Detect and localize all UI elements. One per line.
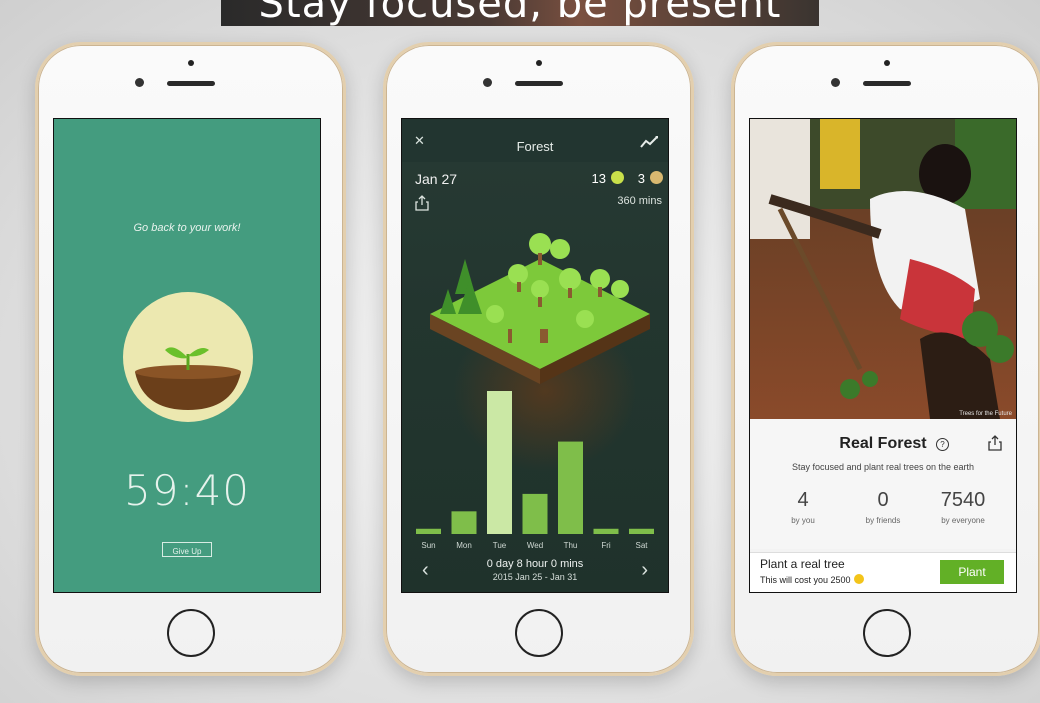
camera-icon <box>483 78 492 87</box>
speaker-icon <box>514 81 563 86</box>
real-forest-screen: Trees for the Future Real Forest ? Stay … <box>749 118 1017 593</box>
banner-text: Stay focused, be present <box>258 0 782 26</box>
plant-footer: Plant a real tree This will cost you 250… <box>750 552 1016 592</box>
real-forest-panel: Real Forest ? Stay focused and plant rea… <box>750 419 1016 549</box>
bar-sun <box>416 528 441 534</box>
day-label-sun: Sun <box>421 541 435 550</box>
stat-by-friends-value: 0 <box>877 489 889 511</box>
focus-message: Go back to your work! <box>133 222 241 234</box>
share-icon[interactable] <box>988 435 1002 456</box>
home-button[interactable] <box>166 609 215 657</box>
photo-credit: Trees for the Future <box>959 411 1012 417</box>
timer-screen: Go back to your work! 59:40 Give Up <box>53 118 321 593</box>
bar-tue <box>487 391 512 534</box>
countdown-timer: 59:40 <box>123 466 251 515</box>
phone-timer: Go back to your work! 59:40 Give Up <box>35 42 346 676</box>
bar-thu <box>558 441 583 534</box>
plant-title: Plant a real tree <box>760 557 845 571</box>
home-button[interactable] <box>514 609 563 657</box>
phone-real-forest: Trees for the Future Real Forest ? Stay … <box>731 42 1040 676</box>
speaker-icon <box>166 81 215 86</box>
help-icon[interactable]: ? <box>936 438 949 451</box>
plant-cost-text: This will cost you 2500 <box>760 575 851 585</box>
tree-planting-photo: Trees for the Future <box>750 119 1016 419</box>
real-forest-title: Real Forest <box>839 435 927 452</box>
bar-mon <box>451 511 477 534</box>
stat-by-you-label: by you <box>791 516 815 525</box>
day-label-tue: Tue <box>493 541 507 550</box>
plant-button[interactable]: Plant <box>940 560 1004 584</box>
sprout-icon <box>123 292 253 422</box>
date-range: 2015 Jan 25 - Jan 31 <box>492 572 578 582</box>
real-forest-subtitle: Stay focused and plant real trees on the… <box>791 462 975 472</box>
bar-wed <box>522 493 548 534</box>
day-label-thu: Thu <box>564 541 578 550</box>
camera-icon <box>831 78 840 87</box>
stat-by-everyone-label: by everyone <box>941 516 985 525</box>
header-banner: Stay focused, be present <box>221 0 819 26</box>
stat-by-you-value: 4 <box>797 489 809 511</box>
stat-by-friends-label: by friends <box>865 516 901 525</box>
focus-summary: 0 day 8 hour 0 mins <box>486 558 584 570</box>
phone-forest: ✕ Forest Jan 27 13 3 360 mins Sun Mon Tu… <box>383 42 694 676</box>
give-up-button[interactable]: Give Up <box>162 542 212 557</box>
coin-icon <box>853 574 864 584</box>
plant-cost: This will cost you 2500 <box>760 574 864 585</box>
bar-sat <box>629 528 654 534</box>
day-label-wed: Wed <box>527 541 543 550</box>
day-label-mon: Mon <box>456 541 472 550</box>
home-button[interactable] <box>862 609 911 657</box>
day-label-fri: Fri <box>601 541 611 550</box>
forest-screen: ✕ Forest Jan 27 13 3 360 mins Sun Mon Tu… <box>401 118 669 593</box>
camera-icon <box>135 78 144 87</box>
speaker-icon <box>862 81 911 86</box>
day-label-sat: Sat <box>635 541 648 550</box>
stat-by-everyone-value: 7540 <box>940 489 986 511</box>
bar-fri <box>593 528 619 534</box>
weekly-bar-chart: Sun Mon Tue Wed Thu Fri Sat <box>416 391 654 550</box>
next-week-button[interactable]: › <box>641 560 648 580</box>
